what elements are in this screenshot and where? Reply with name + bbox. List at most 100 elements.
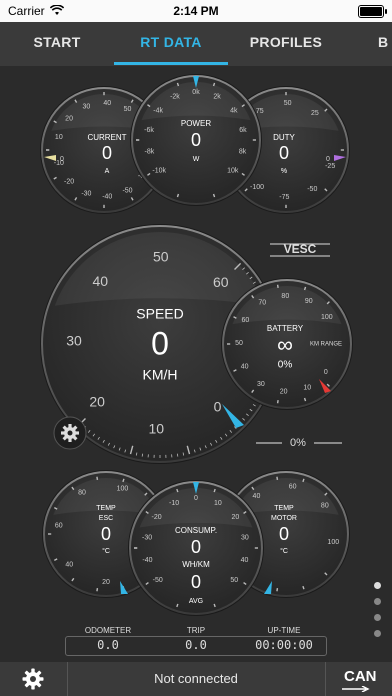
consumption-avg-value: 0 [191,572,201,592]
current-tick-label: 0 [60,156,64,163]
power-tick-label: -6k [144,127,154,134]
gauge-tick [213,488,216,493]
battery-tick-label: 0 [324,369,328,376]
page-indicator[interactable] [374,582,381,646]
consumption-value: 0 [191,537,201,557]
tab-start[interactable]: START [0,22,114,66]
can-bus-icon[interactable]: CAN [342,668,377,692]
gauge-tick [213,603,216,608]
current-value: 0 [102,143,112,163]
battery-tick-label: 10 [303,384,311,391]
gauge-tick [302,585,305,590]
speed-tick-label: 30 [66,332,82,348]
temp-esc-tick-label: 60 [55,523,63,530]
gauge-tick [276,284,279,289]
page-dot[interactable] [374,614,381,621]
gauge-tick [176,488,179,493]
current-tick-label: -20 [64,178,74,185]
temp-esc-tick-label: 80 [78,489,86,496]
battery-percent: 0% [278,360,293,371]
power-tick-label: 0k [192,89,200,96]
battery-tick-label: 20 [280,389,288,396]
can-arrow [342,686,370,692]
gauge-tick [176,82,180,87]
battery-tick-label: 30 [257,381,265,388]
temp-motor-unit: °C [280,547,288,555]
speed-tick-label: 10 [148,421,164,437]
odometer-value: 0.0 [97,638,119,652]
duty-tick-label: -50 [307,186,317,193]
speed-tick-label: 40 [92,273,108,289]
page-dot[interactable] [374,630,381,637]
battery-tick-label: 60 [242,317,250,324]
battery-tick-label: 80 [281,293,289,300]
page-dot[interactable] [374,598,381,605]
battery-tick-label: 50 [235,340,243,347]
tab-rt-data[interactable]: RT DATA [114,22,228,66]
consumption-gauge: -50 -40 -30 -20 -10 0 10 20 30 40 50 CONSUMP. 0 WH/KM… [128,480,264,616]
page-dot[interactable] [374,582,381,589]
duty-tick-label: -25 [325,163,335,170]
duty-tick-label: 50 [284,100,292,107]
gauge-tick [303,286,307,291]
consumption-unit: WH/KM [182,560,210,569]
current-tick-label: -40 [102,194,112,201]
status-bar: Carrier 2:14 PM [0,0,392,22]
speed-progress-label: 0% [290,437,306,449]
duty-tick-label: 75 [256,108,264,115]
settings-gear-icon[interactable] [22,668,44,690]
power-tick-label: -8k [145,148,155,155]
speed-tick-label: 20 [89,393,105,409]
duty-tick-label: 25 [311,110,319,117]
battery-tick-label: 90 [305,298,313,305]
trip-info-panel: ODOMETER TRIP UP-TIME 0.0 0.0 00:00:00 [64,626,328,656]
consumption-tick-label: -30 [142,534,152,541]
power-value: 0 [191,130,201,150]
odometer-label: ODOMETER [84,626,132,635]
bottom-separator [325,662,326,696]
power-tick-label: -2k [170,94,180,101]
speed-value: 0 [151,325,169,361]
gauge-tick [122,478,125,483]
current-tick-label: -50 [122,188,132,195]
gauge-tick [96,588,99,592]
duty-unit: % [281,168,287,175]
speed-tick-label: 0 [214,399,222,415]
battery-tick-label: 100 [321,314,333,321]
temp-motor-title: TEMP [274,505,294,512]
speed-tick-label: 50 [153,249,169,265]
trip-label: TRIP [186,626,206,635]
temp-motor-title: MOTOR [271,515,297,522]
uptime-value: 00:00:00 [255,638,313,652]
gauge-gloss [54,232,266,306]
battery-tick-label: 40 [241,363,249,370]
power-tick-label: 8k [239,148,247,155]
duty-title: DUTY [273,133,295,142]
power-tick-label: -10k [152,168,166,175]
gauge-tick [96,476,99,480]
power-gauge: -10k -8k -6k -4k -2k 0k 2k 4k 6k 8k 10k POWER 0 W [130,74,262,206]
battery-icon [358,5,387,18]
power-tick-label: 4k [230,107,238,114]
gear-hole [67,430,73,436]
can-label: CAN [344,668,377,685]
gauge-tick [176,193,180,198]
current-tick-label: 10 [55,134,63,141]
temp-esc-tick-label: 20 [102,579,110,586]
speed-settings-button[interactable] [53,416,87,450]
duty-tick-label: 0 [326,156,330,163]
temp-esc-unit: °C [102,547,110,555]
connection-status: Not connected [154,671,238,686]
temp-esc-tick-label: 40 [65,562,73,569]
temp-motor-tick-label: 40 [253,493,261,500]
duty-value: 0 [279,143,289,163]
tab-profiles[interactable]: PROFILES [228,22,344,66]
consumption-title: CONSUMP. [175,526,217,535]
temp-esc-value: 0 [101,524,111,544]
uptime-label: UP-TIME [267,626,301,635]
current-tick-label: 50 [124,106,132,113]
consumption-tick-label: 50 [230,577,238,584]
current-tick-label: -30 [81,190,91,197]
tab-partial[interactable]: B [378,22,392,66]
battery-tick-label: 70 [258,300,266,307]
